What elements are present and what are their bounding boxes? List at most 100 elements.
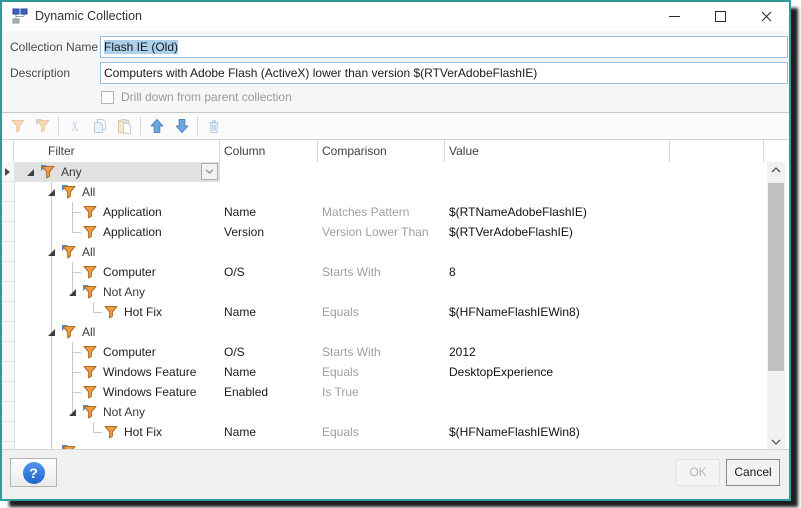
filter-row[interactable]: All [14,182,789,202]
close-icon [761,11,772,22]
filter-row[interactable]: ComputerO/SStarts With2012 [14,342,789,362]
collection-name-label: Collection Name [10,36,98,58]
ok-button[interactable]: OK [676,459,720,486]
filter-cell: Not Any [103,282,145,302]
filter-cell: Windows Feature [103,362,196,382]
column-header-column[interactable]: Column [220,140,318,162]
minimize-button[interactable] [651,2,697,31]
filter-row[interactable]: Any [14,162,789,182]
grid-header: Filter Column Comparison Value [2,140,789,163]
filter-row[interactable]: All [14,322,789,342]
column-cell: Name [224,362,256,382]
paste-button [112,115,137,137]
column-header-filter[interactable]: Filter [14,140,220,162]
move-down-button[interactable] [169,115,194,137]
filter-grid: Filter Column Comparison Value AnyAllApp… [2,140,789,450]
filter-row[interactable]: Windows FeatureEnabledIs True [14,382,789,402]
scroll-down-button[interactable] [767,434,785,449]
column-cell: O/S [224,342,245,362]
filter-row[interactable]: ComputerO/SStarts With8 [14,262,789,282]
column-cell: Enabled [224,382,268,402]
filter-group-icon [61,324,77,340]
filter-row[interactable]: Hot FixNameEquals$(HFNameFlashIEWin8) [14,302,789,322]
cancel-button[interactable]: Cancel [726,459,780,486]
tree-connector [72,352,81,353]
comparison-cell: Version Lower Than [322,222,429,242]
cut-button: ✂ [62,115,87,137]
filter-cell: Application [103,222,162,242]
tree-connector [72,212,81,213]
filter-cell: All [82,242,95,262]
filter-row[interactable]: Hot FixNameEquals$(HFNameFlashIEWin8) [14,422,789,442]
comparison-cell: Is True [322,382,359,402]
tree-connector [51,202,52,222]
value-cell: $(RTVerAdobeFlashIE) [449,222,573,242]
filter-toolbar: ✂ [2,113,789,140]
description-input[interactable]: Computers with Adobe Flash (ActiveX) low… [100,62,788,84]
toolbar-separator [197,117,198,135]
scroll-up-button[interactable] [767,162,785,177]
toolbar-separator [140,117,141,135]
chevron-up-icon [771,167,781,173]
form-section: Collection Name Flash IE (Old) Descripti… [2,31,789,113]
comparison-cell: Equals [322,362,359,382]
collection-name-input[interactable]: Flash IE (Old) [100,36,788,58]
tree-connector [51,222,52,242]
column-header-value[interactable]: Value [445,140,670,162]
tree-connector [51,422,52,442]
move-up-button[interactable] [144,115,169,137]
column-cell: Name [224,422,256,442]
filter-row[interactable]: All [14,242,789,262]
copy-button [87,115,112,137]
maximize-button[interactable] [697,2,743,31]
filter-cell: Not Any [103,402,145,422]
filter-icon [82,364,98,380]
chevron-down-icon [771,439,781,445]
collection-name-value: Flash IE (Old) [104,40,178,54]
tree-connector [51,262,52,282]
filter-row[interactable]: Not Any [14,402,789,422]
group-type-dropdown[interactable] [201,163,218,180]
value-cell: $(HFNameFlashIEWin8) [449,302,580,322]
vertical-scrollbar[interactable] [767,162,785,449]
column-cell: Version [224,222,264,242]
help-button[interactable]: ? [10,458,57,487]
column-header-end [764,140,789,162]
filter-row[interactable]: Application Version Version Lower Than $(RT… [14,222,789,242]
filter-row[interactable]: Windows FeatureNameEqualsDesktopExperien… [14,362,789,382]
column-header-extra[interactable] [670,140,764,162]
column-header-comparison[interactable]: Comparison [318,140,445,162]
comparison-cell: Equals [322,302,359,322]
close-button[interactable] [743,2,789,31]
drill-down-label: Drill down from parent collection [121,89,292,106]
expander-icon[interactable] [69,409,76,416]
column-cell: Name [224,202,256,222]
tree-connector [51,342,52,362]
expander-icon[interactable] [48,189,55,196]
drill-down-checkbox[interactable] [101,91,114,104]
header-gutter-cell [2,140,14,162]
filter-group-icon [40,164,56,180]
add-filter-button [5,115,30,137]
filter-row[interactable]: Not Any [14,282,789,302]
tree-connector [72,392,81,393]
filter-cell: Hot Fix [124,422,162,442]
expander-icon[interactable] [48,329,55,336]
value-cell: 8 [449,262,456,282]
filter-row[interactable]: ApplicationNameMatches Pattern$(RTNameAd… [14,202,789,222]
filter-icon [103,304,119,320]
expander-icon[interactable] [48,249,55,256]
filter-icon [103,424,119,440]
tree-connector [93,422,94,432]
filter-group-icon [82,404,98,420]
value-cell: 2012 [449,342,476,362]
help-icon: ? [23,462,45,484]
filter-cell: All [82,322,95,342]
expander-icon[interactable] [69,289,76,296]
tree-connector [51,302,52,322]
delete-button [201,115,226,137]
expander-icon[interactable] [27,169,34,176]
scrollbar-thumb[interactable] [768,183,784,371]
filter-group-icon [61,244,77,260]
filter-group-icon [82,284,98,300]
